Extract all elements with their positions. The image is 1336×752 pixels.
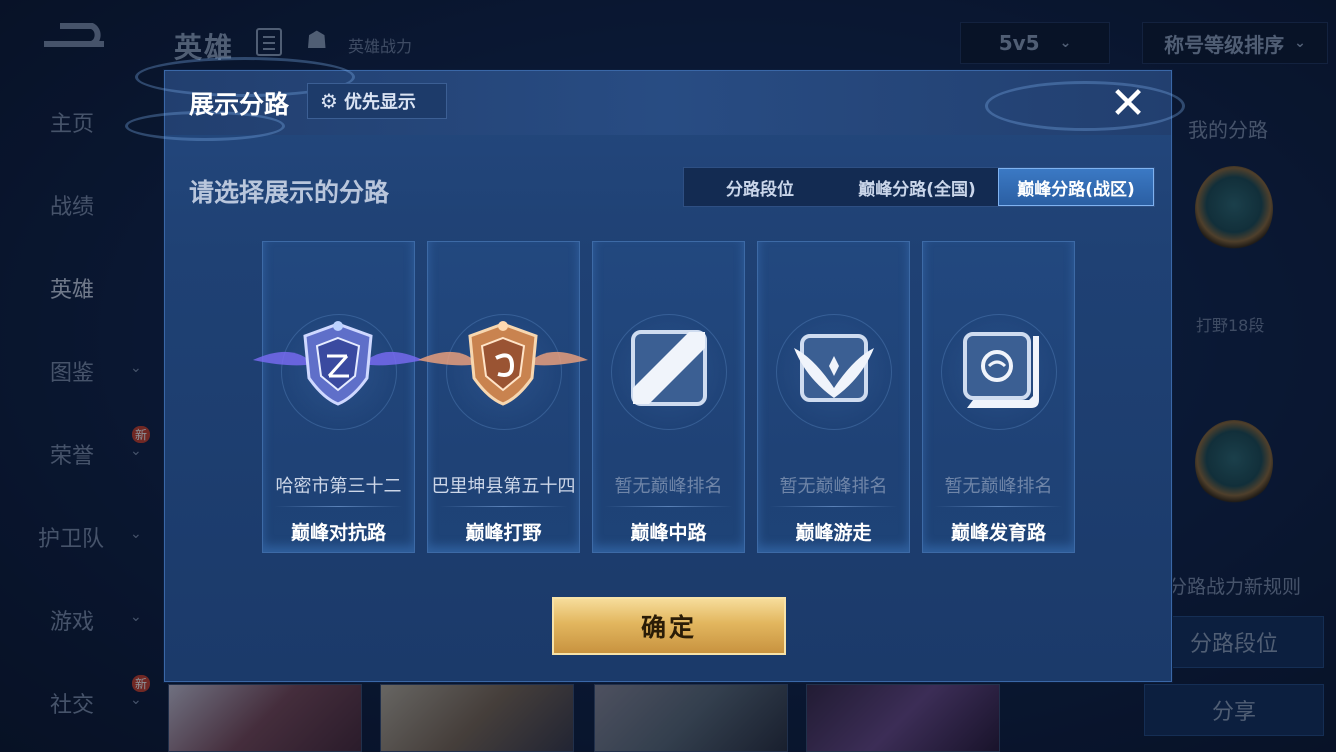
select-prompt: 请选择展示的分路 — [189, 178, 390, 207]
farm-lane-icon — [963, 332, 1039, 408]
lane-card-farm[interactable]: 暂无巅峰排名 巅峰发育路 — [922, 241, 1075, 553]
close-button[interactable]: ✕ — [1103, 79, 1153, 129]
mid-lane-icon — [631, 330, 707, 406]
decorative-swirl — [985, 81, 1185, 131]
lane-display-dialog: 展示分路 ⚙ 优先显示 ✕ 请选择展示的分路 分路段位 巅峰分路(全国) 巅峰分… — [125, 57, 1185, 682]
card-lane-name: 巅峰游走 — [795, 522, 872, 544]
card-divider — [275, 506, 402, 507]
peak-shield-purple-icon — [253, 321, 423, 406]
card-rank-text: 暂无巅峰排名 — [779, 476, 888, 497]
lane-card-roam[interactable]: 暂无巅峰排名 巅峰游走 — [757, 241, 910, 553]
tab-lane-rank[interactable]: 分路段位 — [684, 168, 836, 206]
gear-icon: ⚙ — [320, 89, 338, 113]
roam-lane-icon — [794, 334, 874, 402]
tab-peak-national[interactable]: 巅峰分路(全国) — [836, 168, 998, 206]
card-divider — [935, 506, 1062, 507]
card-lane-name: 巅峰发育路 — [950, 522, 1046, 544]
confirm-button[interactable]: 确定 — [552, 597, 786, 655]
lane-tabs: 分路段位 巅峰分路(全国) 巅峰分路(战区) — [683, 167, 1155, 207]
card-rank-text: 暂无巅峰排名 — [944, 476, 1053, 497]
card-rank-text: 暂无巅峰排名 — [614, 476, 723, 497]
card-rank-text: 哈密市第三十二 — [275, 476, 402, 497]
lane-card-top[interactable]: 哈密市第三十二 巅峰对抗路 — [253, 241, 423, 553]
lane-card-mid[interactable]: 暂无巅峰排名 巅峰中路 — [592, 241, 745, 553]
dialog-title: 展示分路 — [189, 90, 290, 119]
card-divider — [605, 506, 732, 507]
tab-peak-region[interactable]: 巅峰分路(战区) — [998, 168, 1154, 206]
priority-display-label: 优先显示 — [343, 92, 416, 113]
card-lane-name: 巅峰打野 — [465, 522, 542, 544]
lane-card-jungle[interactable]: 巴里坤县第五十四 巅峰打野 — [418, 241, 588, 553]
priority-display-button[interactable]: ⚙ 优先显示 — [307, 83, 447, 119]
card-lane-name: 巅峰中路 — [630, 522, 707, 544]
peak-shield-gold-icon — [418, 321, 588, 406]
card-divider — [440, 506, 567, 507]
close-icon: ✕ — [1109, 78, 1147, 129]
card-divider — [770, 506, 897, 507]
card-lane-name: 巅峰对抗路 — [290, 522, 386, 544]
card-rank-text: 巴里坤县第五十四 — [431, 476, 576, 497]
